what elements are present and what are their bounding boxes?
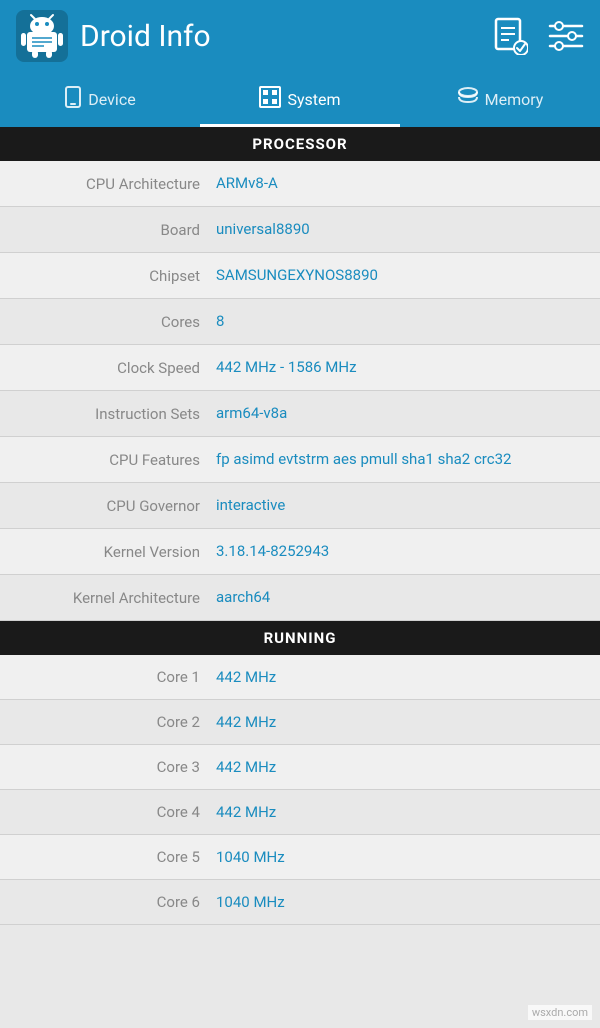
memory-icon xyxy=(457,87,479,112)
core3-label: Core 3 xyxy=(16,758,216,776)
kernel-architecture-value: aarch64 xyxy=(216,588,584,606)
settings-button[interactable] xyxy=(548,19,584,53)
table-row: Core 5 1040 MHz xyxy=(0,835,600,880)
table-row: CPU Governor interactive xyxy=(0,483,600,529)
clock-speed-label: Clock Speed xyxy=(16,358,216,377)
board-value: universal8890 xyxy=(216,220,584,238)
tab-system-label: System xyxy=(287,90,340,109)
core3-value: 442 MHz xyxy=(216,758,276,776)
instruction-sets-value: arm64-v8a xyxy=(216,404,584,422)
core4-label: Core 4 xyxy=(16,803,216,821)
clock-speed-value: 442 MHz - 1586 MHz xyxy=(216,358,584,376)
core6-label: Core 6 xyxy=(16,893,216,911)
running-cores-table: Core 1 442 MHz Core 2 442 MHz Core 3 442… xyxy=(0,655,600,925)
kernel-architecture-label: Kernel Architecture xyxy=(16,588,216,607)
table-row: Instruction Sets arm64-v8a xyxy=(0,391,600,437)
table-row: Kernel Architecture aarch64 xyxy=(0,575,600,621)
core6-value: 1040 MHz xyxy=(216,893,285,911)
tab-system[interactable]: System xyxy=(200,72,400,127)
table-row: Core 2 442 MHz xyxy=(0,700,600,745)
tab-bar: Device System Memory xyxy=(0,72,600,127)
header-actions xyxy=(494,17,584,55)
tab-device-label: Device xyxy=(88,90,135,109)
table-row: Core 1 442 MHz xyxy=(0,655,600,700)
table-row: Board universal8890 xyxy=(0,207,600,253)
table-row: CPU Features fp asimd evtstrm aes pmull … xyxy=(0,437,600,483)
tab-memory-label: Memory xyxy=(485,90,544,109)
processor-info-table: CPU Architecture ARMv8-A Board universal… xyxy=(0,161,600,621)
report-button[interactable] xyxy=(494,17,528,55)
cpu-architecture-value: ARMv8-A xyxy=(216,174,584,192)
chipset-value: SAMSUNGEXYNOS8890 xyxy=(216,266,584,284)
core5-label: Core 5 xyxy=(16,848,216,866)
core5-value: 1040 MHz xyxy=(216,848,285,866)
cpu-features-value: fp asimd evtstrm aes pmull sha1 sha2 crc… xyxy=(216,450,584,468)
kernel-version-label: Kernel Version xyxy=(16,542,216,561)
cpu-features-label: CPU Features xyxy=(16,450,216,469)
core1-value: 442 MHz xyxy=(216,668,276,686)
processor-section-header: PROCESSOR xyxy=(0,127,600,161)
core2-label: Core 2 xyxy=(16,713,216,731)
cpu-governor-label: CPU Governor xyxy=(16,496,216,515)
table-row: Core 3 442 MHz xyxy=(0,745,600,790)
table-row: Kernel Version 3.18.14-8252943 xyxy=(0,529,600,575)
instruction-sets-label: Instruction Sets xyxy=(16,404,216,423)
cpu-architecture-label: CPU Architecture xyxy=(16,174,216,193)
table-row: Chipset SAMSUNGEXYNOS8890 xyxy=(0,253,600,299)
cores-value: 8 xyxy=(216,312,584,330)
cores-label: Cores xyxy=(16,312,216,331)
app-logo xyxy=(16,10,68,62)
board-label: Board xyxy=(16,220,216,239)
table-row: Cores 8 xyxy=(0,299,600,345)
app-title: Droid Info xyxy=(80,19,494,54)
tab-memory[interactable]: Memory xyxy=(400,72,600,127)
table-row: CPU Architecture ARMv8-A xyxy=(0,161,600,207)
core4-value: 442 MHz xyxy=(216,803,276,821)
app-header: Droid Info xyxy=(0,0,600,72)
system-icon xyxy=(259,86,281,113)
watermark: wsxdn.com xyxy=(528,1005,592,1020)
table-row: Clock Speed 442 MHz - 1586 MHz xyxy=(0,345,600,391)
tab-device[interactable]: Device xyxy=(0,72,200,127)
chipset-label: Chipset xyxy=(16,266,216,285)
kernel-version-value: 3.18.14-8252943 xyxy=(216,542,584,560)
cpu-governor-value: interactive xyxy=(216,496,584,514)
core1-label: Core 1 xyxy=(16,668,216,686)
table-row: Core 6 1040 MHz xyxy=(0,880,600,925)
device-icon xyxy=(64,86,82,113)
running-section-header: RUNNING xyxy=(0,621,600,655)
table-row: Core 4 442 MHz xyxy=(0,790,600,835)
core2-value: 442 MHz xyxy=(216,713,276,731)
